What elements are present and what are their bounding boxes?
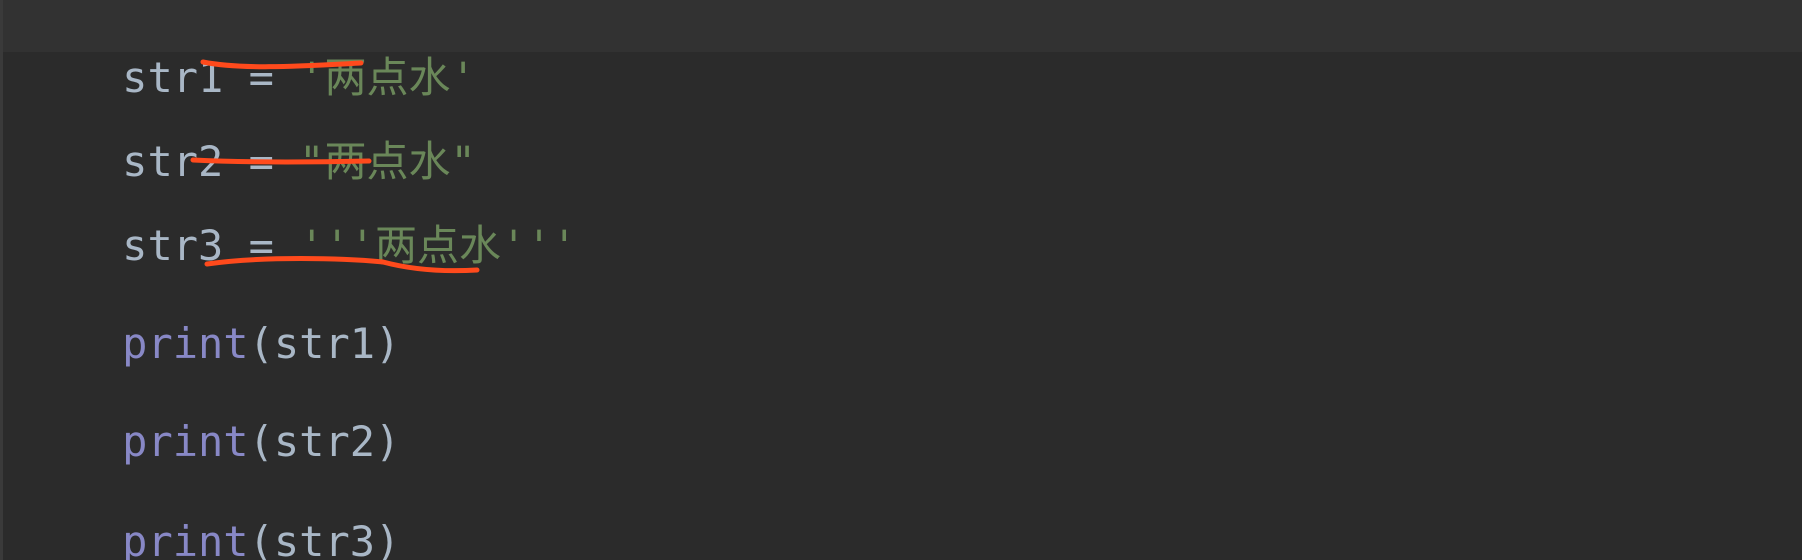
variable-name: str3 [122,221,224,270]
assign-operator: = [223,221,300,270]
code-line-5[interactable]: print(str2) [3,364,1802,466]
argument: str2 [273,417,376,466]
builtin-function: print [122,417,249,466]
close-paren: ) [375,417,401,466]
code-line-2[interactable]: str2 = "两点水" [3,84,1802,186]
code-line-6[interactable]: print(str3) [3,464,1802,560]
close-paren: ) [375,319,401,368]
builtin-function: print [122,517,249,560]
code-line-1[interactable]: str1 = '两点水' [3,0,1802,102]
argument: str3 [273,517,376,560]
builtin-function: print [122,319,249,368]
open-paren: ( [248,417,274,466]
code-line-3[interactable]: str3 = '''两点水''' [3,168,1802,270]
string-literal: '''两点水''' [299,221,577,270]
open-paren: ( [248,319,274,368]
code-line-4[interactable]: print(str1) [3,266,1802,368]
code-editor[interactable]: str1 = '两点水' str2 = "两点水" str3 = '''两点水'… [0,0,1802,560]
argument: str1 [273,319,376,368]
open-paren: ( [248,517,274,560]
close-paren: ) [375,517,401,560]
